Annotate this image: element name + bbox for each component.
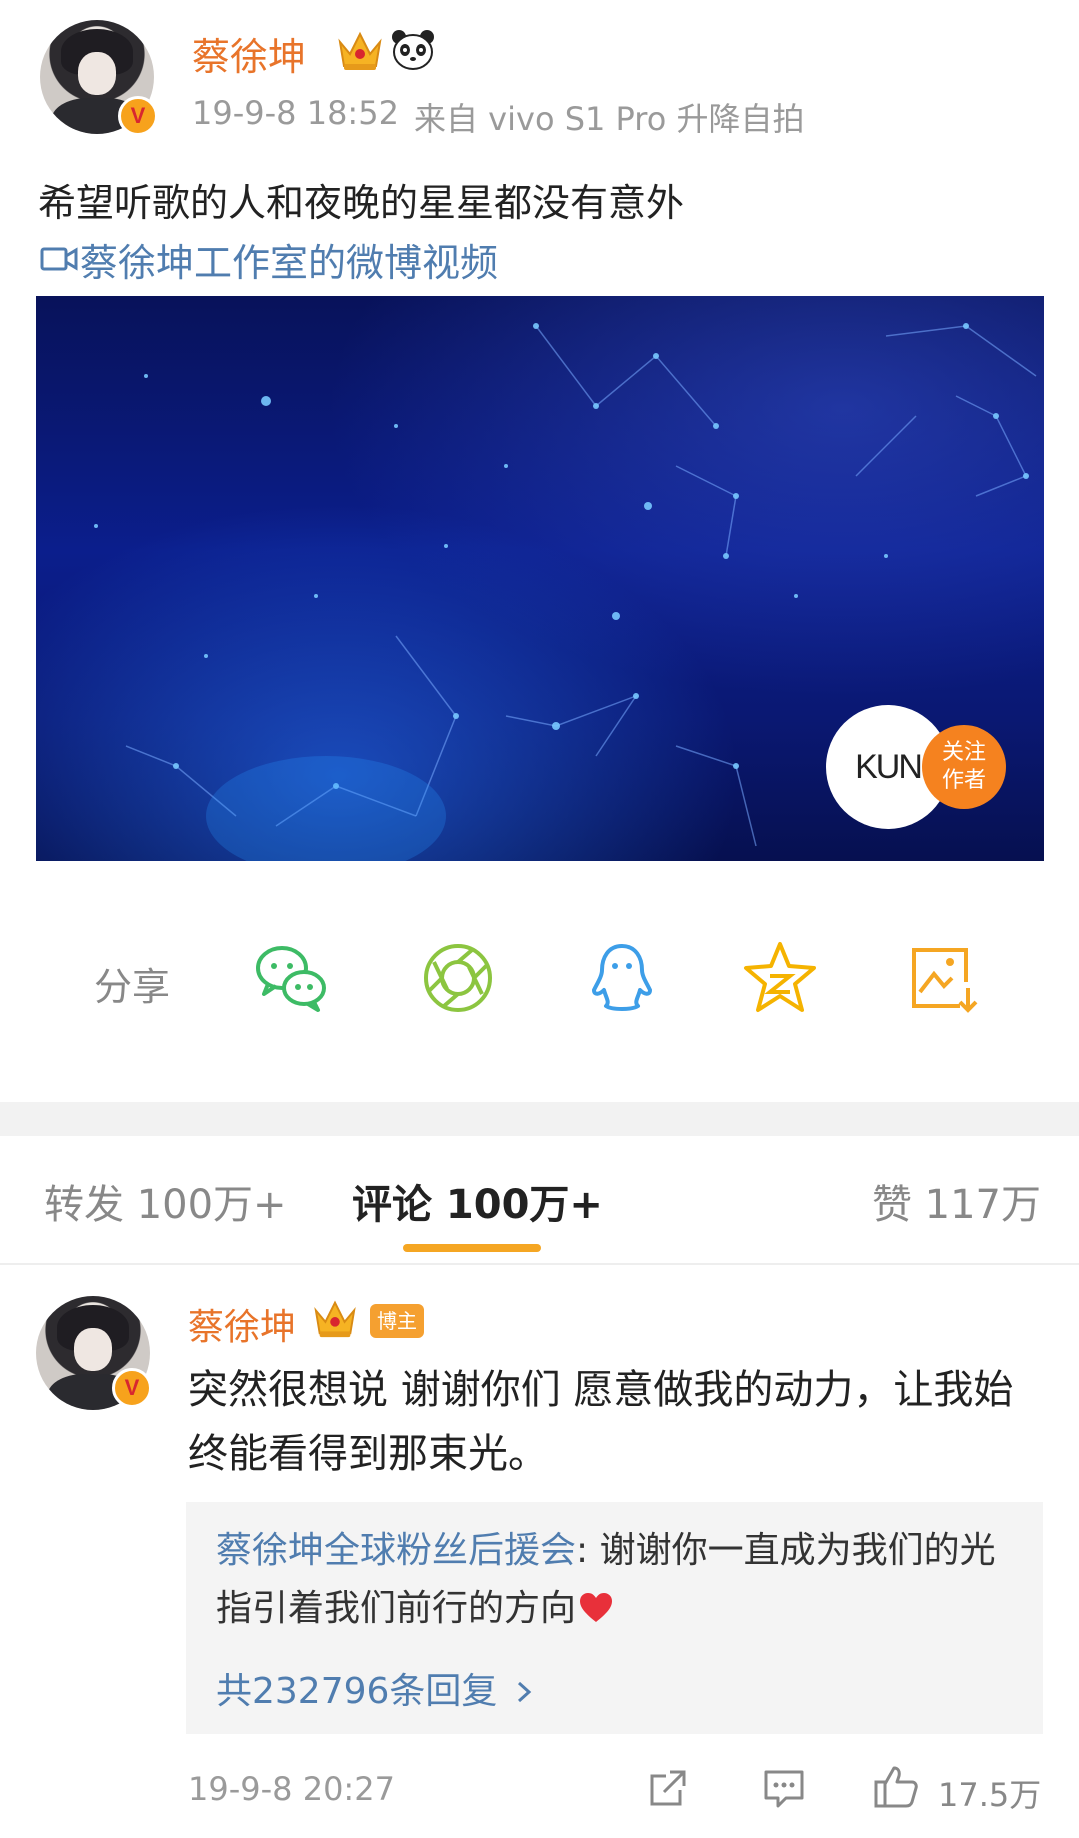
tab-repost[interactable]: 转发 100万+ bbox=[44, 1172, 287, 1230]
section-divider bbox=[0, 1102, 1079, 1136]
commenter-verified-badge-icon: V bbox=[112, 1368, 152, 1408]
post-timestamp: 19-9-8 18:52 bbox=[192, 94, 399, 132]
share-comment-icon[interactable] bbox=[646, 1766, 690, 1810]
post-text: 希望听歌的人和夜晚的星星都没有意外 bbox=[38, 181, 685, 225]
commenter-name[interactable]: 蔡徐坤 bbox=[188, 1298, 296, 1350]
crown-icon bbox=[338, 31, 382, 70]
author-badge: 博主 bbox=[370, 1304, 424, 1338]
reply-count: 共232796条回复 bbox=[216, 1671, 498, 1712]
tab-comments[interactable]: 评论 100万+ bbox=[352, 1172, 603, 1230]
follow-label-2: 作者 bbox=[941, 768, 986, 793]
follow-label-1: 关注 bbox=[941, 740, 986, 765]
panda-icon bbox=[392, 30, 434, 70]
moments-icon[interactable] bbox=[418, 938, 498, 1018]
qzone-icon[interactable] bbox=[740, 938, 820, 1018]
heart-icon bbox=[580, 1593, 613, 1622]
comment-text: 突然很想说 谢谢你们 愿意做我的动力，让我始终能看得到那束光。 bbox=[188, 1367, 1014, 1477]
verified-badge-icon: V bbox=[118, 96, 158, 136]
like-count: 17.5万 bbox=[938, 1776, 1042, 1814]
chevron-right-icon bbox=[517, 1681, 531, 1703]
follow-author-button[interactable]: 关注 作者 bbox=[922, 725, 1006, 809]
reply-preview[interactable]: 蔡徐坤全球粉丝后援会: 谢谢你一直成为我们的光 指引着我们前行的方向 共2327… bbox=[186, 1502, 1043, 1734]
like-icon[interactable] bbox=[872, 1762, 920, 1810]
author-name[interactable]: 蔡徐坤 bbox=[192, 26, 306, 81]
tab-likes[interactable]: 赞 117万 bbox=[872, 1172, 1041, 1230]
qq-icon[interactable] bbox=[582, 938, 662, 1018]
post-source[interactable]: 来自 vivo S1 Pro 升降自拍 bbox=[414, 94, 804, 140]
save-image-icon[interactable] bbox=[902, 938, 982, 1018]
wechat-icon[interactable] bbox=[252, 938, 332, 1018]
tab-separator bbox=[0, 1263, 1079, 1265]
reply-comment-icon[interactable] bbox=[762, 1766, 806, 1810]
video-player[interactable]: KUN 关注 作者 bbox=[36, 296, 1044, 861]
video-camera-icon bbox=[40, 247, 78, 271]
comment-timestamp: 19-9-8 20:27 bbox=[188, 1770, 395, 1808]
video-link[interactable]: 蔡徐坤工作室的微博视频 bbox=[80, 232, 498, 287]
reply-author[interactable]: 蔡徐坤全球粉丝后援会 bbox=[216, 1530, 576, 1571]
reply-count-link[interactable]: 共232796条回复 bbox=[216, 1662, 535, 1714]
crown-icon bbox=[314, 1300, 356, 1338]
active-tab-indicator bbox=[403, 1244, 541, 1252]
share-label: 分享 bbox=[94, 965, 171, 1009]
follow-author-widget[interactable]: KUN 关注 作者 bbox=[826, 705, 1006, 829]
reply-content: 蔡徐坤全球粉丝后援会: 谢谢你一直成为我们的光 指引着我们前行的方向 bbox=[216, 1522, 1016, 1638]
